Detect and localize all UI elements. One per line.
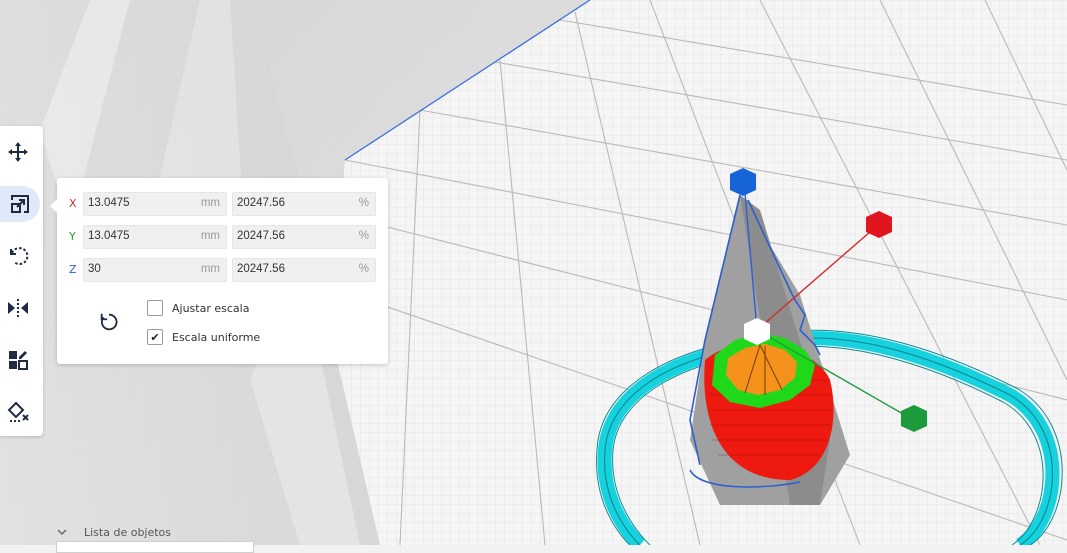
rotate-tool-button[interactable] bbox=[0, 238, 36, 274]
rotate-icon bbox=[10, 247, 29, 266]
object-list-header[interactable]: Lista de objetos bbox=[56, 523, 171, 541]
axis-label-x: X bbox=[69, 197, 77, 210]
scale-row-y: Y 13.0475 mm 20247.56 % bbox=[57, 225, 388, 249]
scale-row-z: Z 30 mm 20247.56 % bbox=[57, 258, 388, 282]
per-model-settings-tool-button[interactable] bbox=[0, 342, 36, 378]
y-scale-percent-input[interactable]: 20247.56 % bbox=[232, 225, 376, 249]
scale-row-x: X 13.0475 mm 20247.56 % bbox=[57, 192, 388, 216]
tool-toolbar bbox=[0, 126, 43, 436]
z-size-mm-input[interactable]: 30 mm bbox=[83, 258, 227, 282]
uniform-scaling-box[interactable]: ✔ bbox=[147, 329, 163, 345]
z-scale-percent-value: 20247.56 bbox=[237, 263, 285, 275]
snap-scaling-checkbox[interactable]: Ajustar escala bbox=[147, 299, 249, 317]
x-scale-percent-unit: % bbox=[358, 197, 369, 209]
mirror-icon bbox=[8, 299, 28, 317]
x-size-mm-value: 13.0475 bbox=[88, 197, 130, 209]
y-scale-percent-value: 20247.56 bbox=[237, 230, 285, 242]
x-size-mm-unit: mm bbox=[200, 197, 220, 209]
support-blocker-tool-button[interactable] bbox=[0, 394, 36, 430]
snap-scaling-box[interactable] bbox=[147, 300, 163, 316]
z-scale-percent-unit: % bbox=[358, 263, 369, 275]
mirror-tool-button[interactable] bbox=[0, 290, 36, 326]
z-size-mm-unit: mm bbox=[200, 263, 220, 275]
scale-panel: X 13.0475 mm 20247.56 % Y 13.0475 mm 202… bbox=[50, 178, 388, 364]
uniform-scaling-checkbox[interactable]: ✔ Escala uniforme bbox=[147, 328, 260, 346]
x-scale-percent-input[interactable]: 20247.56 % bbox=[232, 192, 376, 216]
x-scale-percent-value: 20247.56 bbox=[237, 197, 285, 209]
move-icon bbox=[8, 142, 28, 162]
y-size-mm-unit: mm bbox=[200, 230, 220, 242]
scale-icon bbox=[11, 195, 29, 213]
y-size-mm-input[interactable]: 13.0475 mm bbox=[83, 225, 227, 249]
chevron-down-icon bbox=[57, 529, 67, 535]
object-list-panel bbox=[56, 541, 254, 553]
axis-label-y: Y bbox=[69, 230, 76, 243]
z-scale-percent-input[interactable]: 20247.56 % bbox=[232, 258, 376, 282]
z-scale-handle[interactable] bbox=[730, 168, 756, 196]
uniform-scaling-label: Escala uniforme bbox=[172, 330, 261, 344]
support-blocker-icon bbox=[7, 401, 29, 422]
per-model-settings-icon bbox=[9, 351, 28, 370]
move-tool-button[interactable] bbox=[0, 134, 36, 170]
x-size-mm-input[interactable]: 13.0475 mm bbox=[83, 192, 227, 216]
axis-label-z: Z bbox=[69, 263, 77, 276]
y-scale-percent-unit: % bbox=[358, 230, 369, 242]
reset-scale-button[interactable] bbox=[95, 308, 123, 336]
y-size-mm-value: 13.0475 bbox=[88, 230, 130, 242]
object-list-label: Lista de objetos bbox=[84, 525, 172, 539]
z-size-mm-value: 30 bbox=[88, 263, 101, 275]
snap-scaling-label: Ajustar escala bbox=[172, 301, 250, 315]
scale-tool-button[interactable] bbox=[0, 186, 40, 222]
reset-icon bbox=[100, 313, 118, 331]
